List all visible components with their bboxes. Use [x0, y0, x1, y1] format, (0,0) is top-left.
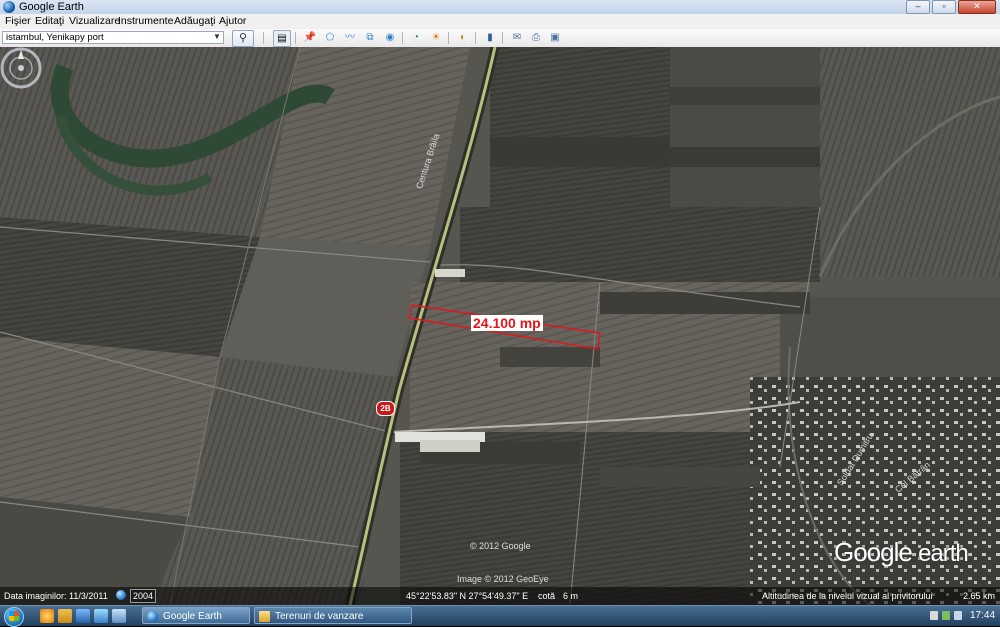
window-switch-icon[interactable] [112, 609, 126, 623]
tray-network-icon[interactable] [942, 611, 950, 620]
polygon-icon[interactable]: ⬠ [322, 30, 338, 45]
search-dropdown-icon[interactable]: ▼ [213, 32, 221, 41]
toolbar-separator [502, 32, 503, 44]
save-image-icon[interactable]: ▣ [547, 30, 563, 45]
menu-file[interactable]: Fişier [5, 15, 31, 27]
historical-imagery-icon[interactable]: ◔ [408, 30, 424, 45]
record-tour-icon[interactable]: ◉ [382, 30, 398, 45]
image-overlay-icon[interactable]: ⧉ [362, 30, 378, 45]
google-earth-icon [3, 1, 15, 13]
tray-volume-icon[interactable] [954, 611, 962, 620]
menu-add[interactable]: Adăugaţi [174, 15, 215, 27]
image-credit: Image © 2012 GeoEye [457, 574, 549, 584]
menu-help[interactable]: Ajutor [219, 15, 246, 27]
eye-altitude-value: 2.65 km [963, 591, 996, 601]
imagery-date: Data imaginilor: 11/3/2011 [4, 591, 108, 601]
explorer-icon[interactable] [58, 609, 72, 623]
map-view[interactable]: 24.100 mp 2B Centura Brăila Soldat Dumit… [0, 47, 1000, 605]
taskbar-item-folder[interactable]: Terenuri de vanzare [254, 607, 412, 624]
menu-tools[interactable]: Instrumente [118, 15, 173, 27]
window-controls: – ▫ ✕ [906, 0, 996, 14]
historical-imagery-icon[interactable] [116, 590, 126, 600]
copyright-text: © 2012 Google [470, 541, 531, 551]
route-shield: 2B [376, 401, 395, 416]
elevation-label: cotă [538, 591, 556, 601]
toolbar-separator [263, 32, 264, 44]
coordinates-readout: 45°22'53.83" N 27°54'49.37" E [406, 591, 529, 601]
menu-bar: Fişier Editaţi Vizualizare Instrumente A… [0, 14, 1000, 30]
area-label: 24.100 mp [471, 315, 543, 331]
print-icon[interactable]: ⎙ [528, 30, 544, 45]
close-button[interactable]: ✕ [958, 0, 996, 14]
menu-view[interactable]: Vizualizare [69, 15, 120, 27]
logo-earth: earth [918, 540, 969, 567]
ruler-icon[interactable]: ▮ [482, 30, 498, 45]
eye-altitude-label: Altitudinea de la nivelul vizual al priv… [762, 591, 933, 601]
compass-icon[interactable] [0, 47, 42, 89]
folder-icon [259, 611, 270, 622]
toolbar-separator [295, 32, 296, 44]
firefox-icon[interactable] [40, 609, 54, 623]
path-icon[interactable]: 〰 [342, 30, 358, 45]
toolbar-separator [402, 32, 403, 44]
task-label: Google Earth [163, 611, 222, 622]
sunlight-icon[interactable]: ☀ [428, 30, 444, 45]
sidebar-toggle-icon[interactable]: ▤ [273, 30, 291, 47]
task-label: Terenuri de vanzare [275, 611, 364, 622]
taskbar: Google Earth Terenuri de vanzare 17:44 [0, 605, 1000, 627]
elevation-value: 6 m [563, 591, 579, 601]
toolbar-separator [448, 32, 449, 44]
email-icon[interactable]: ✉ [509, 30, 525, 45]
logo-google: Google [834, 537, 913, 567]
menu-edit[interactable]: Editaţi [35, 15, 64, 27]
minimize-button[interactable]: – [906, 0, 930, 14]
taskbar-item-google-earth[interactable]: Google Earth [142, 607, 250, 624]
tray-flag-icon[interactable] [930, 611, 938, 620]
desktop-icon[interactable] [94, 609, 108, 623]
year-button[interactable]: 2004 [130, 589, 156, 603]
planet-switch-icon[interactable]: ◐ [455, 30, 471, 45]
google-earth-icon [147, 611, 158, 622]
title-bar: Google Earth – ▫ ✕ [0, 0, 1000, 15]
magnifier-icon: ⚲ [238, 32, 248, 44]
placemark-icon[interactable]: 📌 [302, 30, 318, 45]
search-input[interactable] [2, 31, 224, 44]
status-bar: Data imaginilor: 11/3/2011 2004 45°22'53… [0, 587, 1000, 605]
window-title: Google Earth [19, 1, 84, 13]
search-button[interactable]: ⚲ [232, 30, 254, 47]
clock[interactable]: 17:44 [970, 610, 995, 621]
start-button[interactable] [4, 607, 24, 627]
toolbar: ▼ ⚲ ▤ 📌 ⬠ 〰 ⧉ ◉ ◔ ☀ ◐ ▮ ✉ ⎙ ▣ [0, 29, 1000, 48]
maximize-button[interactable]: ▫ [932, 0, 956, 14]
toolbar-separator [475, 32, 476, 44]
google-earth-logo: Google earth [834, 537, 969, 568]
media-player-icon[interactable] [76, 609, 90, 623]
windows-logo-icon [9, 611, 19, 621]
